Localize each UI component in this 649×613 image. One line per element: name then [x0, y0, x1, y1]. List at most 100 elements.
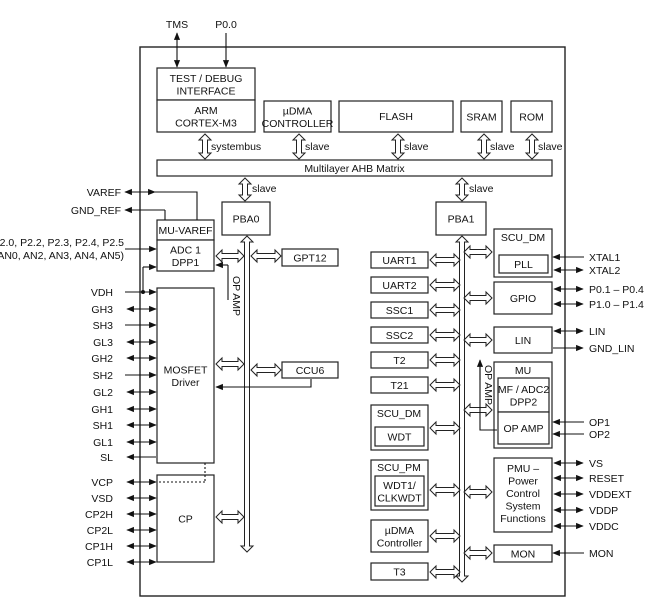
mf-adc2-dpp2-block-label: MF / ADC2	[498, 384, 550, 396]
pin-mon: MON	[589, 548, 614, 560]
op-amp-block-label: OP AMP	[503, 423, 543, 435]
pin-sl: SL	[100, 452, 113, 464]
multilayer-ahb-matrix-label: Multilayer AHB Matrix	[304, 163, 405, 175]
pin-vddp: VDDP	[589, 505, 618, 517]
pin-an-group: (AN0, AN2, AN3, AN4, AN5)	[0, 250, 124, 262]
scu-dm-right-label: SCU_DM	[501, 232, 545, 244]
arm-cortex-m3-block-label: CORTEX-M3	[175, 117, 237, 129]
udma-controller-block-label: µDMA	[283, 105, 312, 117]
pmu-block-label: System	[505, 501, 540, 513]
ccu6-bus-arrow	[250, 362, 282, 378]
wdt1-clkwdt-block-label: WDT1/	[383, 480, 416, 492]
pin-op1: OP1	[589, 417, 610, 429]
scu-dm-label: SCU_DM	[377, 408, 421, 420]
op-amp-label-left: OP AMP	[230, 276, 242, 316]
pin-cp1l: CP1L	[87, 557, 113, 569]
pin-cp2h: CP2H	[85, 509, 113, 521]
pin-gh3: GH3	[91, 304, 113, 316]
ssc1-bus-arrow	[429, 302, 461, 318]
wdt1-clkwdt-block-label: CLKWDT	[377, 492, 422, 504]
pin-vddc: VDDC	[589, 521, 619, 533]
pin-xtal1: XTAL1	[589, 252, 620, 264]
pin-sh1: SH1	[93, 420, 114, 432]
pba1-block-label: PBA1	[448, 214, 475, 226]
pba0-block-label: PBA0	[233, 214, 260, 226]
ssc2-bus-arrow	[429, 327, 461, 343]
pmu-block-label: PMU –	[507, 463, 539, 475]
pin-gh2: GH2	[91, 353, 113, 365]
pin-p00: P0.0	[215, 19, 237, 31]
varef-line	[155, 191, 198, 220]
slave-label: slave	[490, 141, 515, 153]
pba1-slave-arrow	[454, 177, 470, 202]
cp-block-label: CP	[178, 514, 193, 526]
t21-bus-arrow	[429, 377, 461, 393]
pin-cp2l: CP2L	[87, 525, 113, 537]
gpt12-block-label: GPT12	[293, 253, 326, 265]
uart1-block-label: UART1	[382, 255, 416, 267]
test-debug-interface-block-label: INTERFACE	[177, 85, 236, 97]
pin-p1: P1.0 – P1.4	[589, 299, 644, 311]
test-debug-interface-block-label: TEST / DEBUG	[170, 73, 243, 85]
udma-controller-periph-block-label: Controller	[377, 537, 423, 549]
t21-block-label: T21	[390, 380, 408, 392]
wdt-block-label: WDT	[388, 432, 412, 444]
pin-gl1: GL1	[93, 437, 113, 449]
pin-vdh: VDH	[91, 287, 113, 299]
pin-cp1h: CP1H	[85, 541, 113, 553]
gpt12-bus-arrow	[250, 248, 282, 264]
udma-bus-arrow	[429, 528, 461, 544]
adc1-bus-arrow	[215, 248, 245, 264]
mon-block-label: MON	[511, 549, 536, 561]
udma-controller-periph-block-label: µDMA	[385, 525, 414, 537]
t3-block-label: T3	[393, 567, 405, 579]
mf-adc2-dpp2-block-label: DPP2	[510, 396, 538, 408]
mosfet-driver-block-label: MOSFET	[164, 364, 208, 376]
mon-bus-arrow	[463, 545, 493, 561]
pin-varef: VAREF	[87, 187, 121, 199]
mosfet-driver-block-label: Driver	[172, 377, 201, 389]
pmu-block-label: Functions	[500, 513, 546, 525]
slave-label: slave	[305, 141, 330, 153]
mu-bus-arrow	[463, 402, 493, 418]
mosfet-bus-arrow	[215, 356, 245, 372]
pin-lin: LIN	[589, 326, 605, 338]
block-diagram: TMS P0.0 TEST / DEBUG INTERFACE ARM CORTEX-M3…	[0, 0, 649, 613]
scu-pm-bus-arrow	[429, 482, 461, 498]
pin-p2-group: P2.0, P2.2, P2.3, P2.4, P2.5	[0, 237, 124, 249]
slave-arrow	[476, 133, 492, 160]
slave-arrow	[524, 133, 540, 160]
adc1-dpp1-block-label: ADC 1	[170, 244, 201, 256]
ccu6-block-label: CCU6	[296, 365, 325, 377]
pmu-block-label: Power	[508, 476, 538, 488]
ssc1-block-label: SSC1	[386, 305, 414, 317]
pmu-block-label: Control	[506, 488, 540, 500]
lin-bus-arrow	[463, 332, 493, 348]
lin-block-label: LIN	[515, 335, 531, 347]
ssc2-block-label: SSC2	[386, 330, 414, 342]
pin-sh2: SH2	[93, 370, 114, 382]
pin-vsd: VSD	[91, 493, 113, 505]
arm-cortex-m3-block-label: ARM	[194, 105, 217, 117]
pin-gnd-lin: GND_LIN	[589, 343, 635, 355]
op-amp-label-right: OP AMP	[482, 365, 494, 405]
t3-bus-arrow	[429, 564, 461, 580]
ccu6-to-mosfet	[216, 379, 312, 388]
slave-label: slave	[469, 183, 494, 195]
udma-controller-block-label: CONTROLLER	[262, 118, 334, 130]
slave-label: slave	[404, 141, 429, 153]
scu-pm-label: SCU_PM	[377, 462, 421, 474]
sram-block-label: SRAM	[466, 112, 496, 124]
flash-label: FLASH	[379, 111, 413, 123]
pin-gl2: GL2	[93, 387, 113, 399]
scu-dm-bus-arrow	[429, 420, 461, 436]
pin-vddext: VDDEXT	[589, 489, 632, 501]
gpio-block-label: GPIO	[510, 293, 536, 305]
slave-label: slave	[538, 141, 563, 153]
gpio-bus-arrow	[463, 290, 493, 306]
pin-vs: VS	[589, 458, 603, 470]
diagram-canvas: TMS P0.0 TEST / DEBUGINTERFACE ARMCORTEX-M3…	[0, 19, 644, 597]
uart1-bus-arrow	[429, 252, 461, 268]
pin-vcp: VCP	[91, 477, 113, 489]
pin-op2: OP2	[589, 429, 610, 441]
